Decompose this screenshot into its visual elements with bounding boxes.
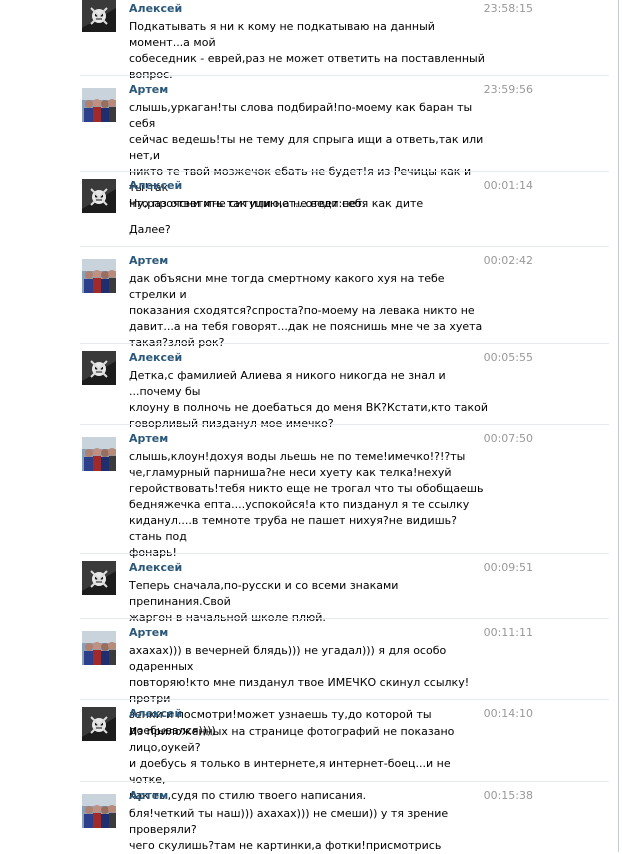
- message-divider: [80, 246, 609, 247]
- message-author[interactable]: Алексей: [129, 2, 182, 15]
- message-author[interactable]: Алексей: [129, 351, 182, 364]
- pirate-avatar[interactable]: [82, 179, 116, 213]
- group-photo-avatar[interactable]: [82, 794, 116, 828]
- group-photo-avatar[interactable]: [82, 437, 116, 471]
- message-time: 00:02:42: [483, 254, 533, 267]
- message-author[interactable]: Алексей: [129, 179, 182, 192]
- message-divider: [80, 781, 609, 782]
- message-divider: [80, 171, 609, 172]
- message-text: Из приложенных на странице фотографий не…: [129, 725, 455, 802]
- message-divider: [80, 553, 609, 554]
- message-time: 00:05:55: [483, 351, 533, 364]
- message-time: 00:07:50: [483, 432, 533, 445]
- message-divider: [80, 699, 609, 700]
- message-text: Далее?: [129, 223, 171, 236]
- message-divider: [80, 343, 609, 344]
- message-author[interactable]: Алексей: [129, 561, 182, 574]
- pirate-avatar[interactable]: [82, 351, 116, 385]
- message-author[interactable]: Артем: [129, 254, 168, 267]
- message-time: 00:01:14: [483, 179, 533, 192]
- group-photo-avatar[interactable]: [82, 259, 116, 293]
- message-author[interactable]: Алексей: [129, 707, 182, 720]
- message-text: Ну,раз ответить так или нет...ответ:нет.: [129, 197, 367, 210]
- message-time: 00:09:51: [483, 561, 533, 574]
- group-photo-avatar[interactable]: [82, 631, 116, 665]
- message-text: слышь,клоун!дохуя воды льешь не по теме!…: [129, 450, 484, 559]
- message-text: Подкатывать я ни к кому не подкатываю на…: [129, 20, 485, 81]
- pirate-avatar[interactable]: [82, 707, 116, 741]
- pirate-avatar[interactable]: [82, 561, 116, 595]
- message-time: 23:58:15: [483, 2, 533, 15]
- message-time: 23:59:56: [483, 83, 533, 96]
- pirate-avatar[interactable]: [82, 0, 116, 32]
- message-text: Детка,с фамилией Алиева я никого никогда…: [129, 369, 488, 430]
- message-text: бля!четкий ты наш))) ахахах))) не смеши)…: [129, 807, 449, 852]
- message-divider: [80, 424, 609, 425]
- message-divider: [80, 75, 609, 76]
- message-text: дак объясни мне тогда смертному какого х…: [129, 272, 483, 349]
- message-author[interactable]: Артем: [129, 432, 168, 445]
- message-author[interactable]: Артем: [129, 626, 168, 639]
- message-divider: [80, 618, 609, 619]
- dialog-history: Алексей 23:58:15 Подкатывать я ни к кому…: [0, 0, 619, 852]
- message-author[interactable]: Артем: [129, 83, 168, 96]
- group-photo-avatar[interactable]: [82, 88, 116, 122]
- message-author[interactable]: Артем: [129, 789, 168, 802]
- message-time: 00:15:38: [483, 789, 533, 802]
- message-time: 00:11:11: [483, 626, 533, 639]
- message-time: 00:14:10: [483, 707, 533, 720]
